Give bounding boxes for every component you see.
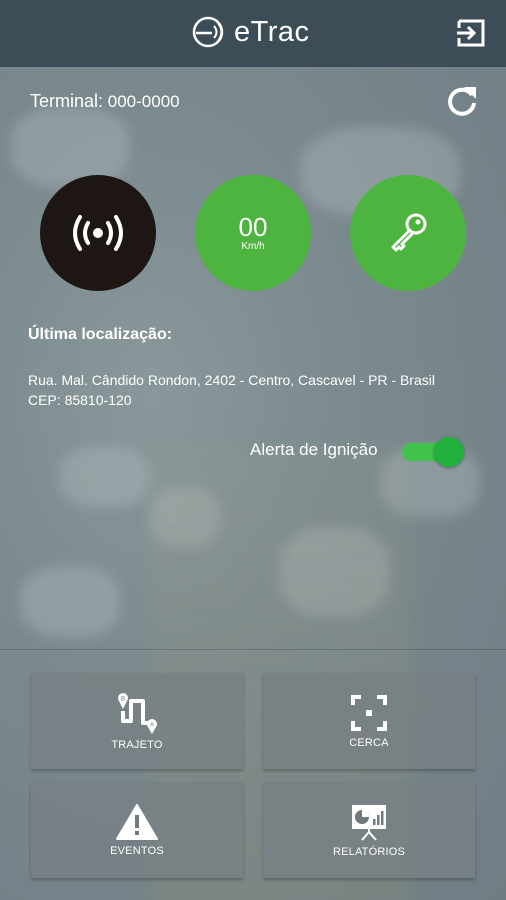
terminal-info: Terminal: 000-0000: [30, 91, 180, 112]
fence-label: CERCA: [349, 737, 389, 749]
refresh-icon: [448, 87, 476, 116]
events-label: EVENTOS: [110, 845, 164, 857]
divider: [0, 649, 506, 650]
key-icon: [391, 213, 427, 252]
reports-label: RELATÓRIOS: [332, 846, 406, 858]
fence-icon: [351, 695, 387, 731]
events-button[interactable]: EVENTOS: [31, 782, 243, 878]
app-title: eTrac: [234, 15, 310, 48]
route-button[interactable]: A B TRAJETO: [31, 673, 243, 769]
terminal-value: 000-0000: [107, 92, 180, 111]
app-header: eTrac: [0, 0, 506, 67]
ignition-button[interactable]: [350, 175, 466, 291]
speed-indicator: 00 Km/h: [195, 175, 311, 291]
logout-button[interactable]: [455, 17, 487, 54]
terminal-label: Terminal:: [30, 91, 104, 111]
toggle-knob: [434, 437, 464, 467]
etrac-logo-icon: [192, 16, 224, 48]
signal-broadcast-icon: [73, 215, 123, 251]
fence-button[interactable]: CERCA: [263, 673, 475, 769]
svg-text:B: B: [121, 697, 125, 703]
address-line-2: CEP: 85810-120: [28, 392, 132, 408]
route-label: TRAJETO: [111, 739, 163, 751]
last-location-title: Última localização:: [28, 326, 173, 343]
reports-button[interactable]: RELATÓRIOS: [263, 782, 475, 878]
speed-unit: Km/h: [241, 240, 265, 252]
report-icon: [352, 805, 386, 841]
last-location-address: Rua. Mal. Cândido Rondon, 2402 - Centro,…: [28, 370, 488, 410]
speed-value: 00: [238, 211, 268, 242]
app-logo: eTrac: [192, 14, 310, 50]
ignition-alert-toggle[interactable]: [400, 437, 464, 467]
address-line-1: Rua. Mal. Cândido Rondon, 2402 - Centro,…: [28, 372, 435, 388]
ignition-alert-label: Alerta de Ignição: [250, 440, 378, 459]
refresh-button[interactable]: [444, 83, 480, 124]
svg-text:A: A: [150, 723, 154, 729]
route-icon: A B: [118, 693, 157, 734]
warning-icon: [116, 804, 158, 840]
logout-icon: [457, 19, 485, 47]
signal-status-button[interactable]: [40, 175, 156, 291]
main-content: Terminal: 000-0000 00 Km/h Última locali…: [0, 67, 506, 900]
